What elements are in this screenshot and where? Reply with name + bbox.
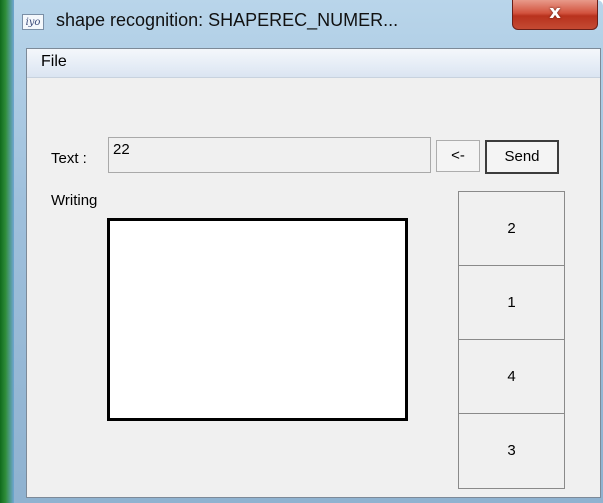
- close-button[interactable]: x: [512, 0, 598, 30]
- candidate-button[interactable]: 1: [459, 266, 564, 340]
- menu-file[interactable]: File: [39, 53, 69, 71]
- send-button[interactable]: Send: [485, 140, 559, 174]
- writing-canvas[interactable]: [107, 218, 408, 421]
- candidate-button[interactable]: 2: [459, 192, 564, 266]
- candidate-button[interactable]: 3: [459, 414, 564, 488]
- candidate-list: 2 1 4 3: [458, 191, 565, 489]
- menu-bar: File: [27, 49, 600, 78]
- text-field[interactable]: 22: [108, 137, 431, 173]
- close-icon: x: [549, 2, 561, 23]
- left-edge-accent: [0, 0, 14, 503]
- candidate-button[interactable]: 4: [459, 340, 564, 414]
- app-window: iyo shape recognition: SHAPEREC_NUMER...…: [0, 0, 603, 503]
- window-title: shape recognition: SHAPEREC_NUMER...: [56, 10, 399, 30]
- backspace-button[interactable]: <-: [436, 140, 480, 172]
- client-area: File Text : 22 <- Send Writing 2 1 4 3: [26, 48, 601, 498]
- writing-label: Writing: [51, 192, 98, 209]
- app-icon: iyo: [22, 14, 44, 30]
- text-label: Text :: [51, 150, 87, 167]
